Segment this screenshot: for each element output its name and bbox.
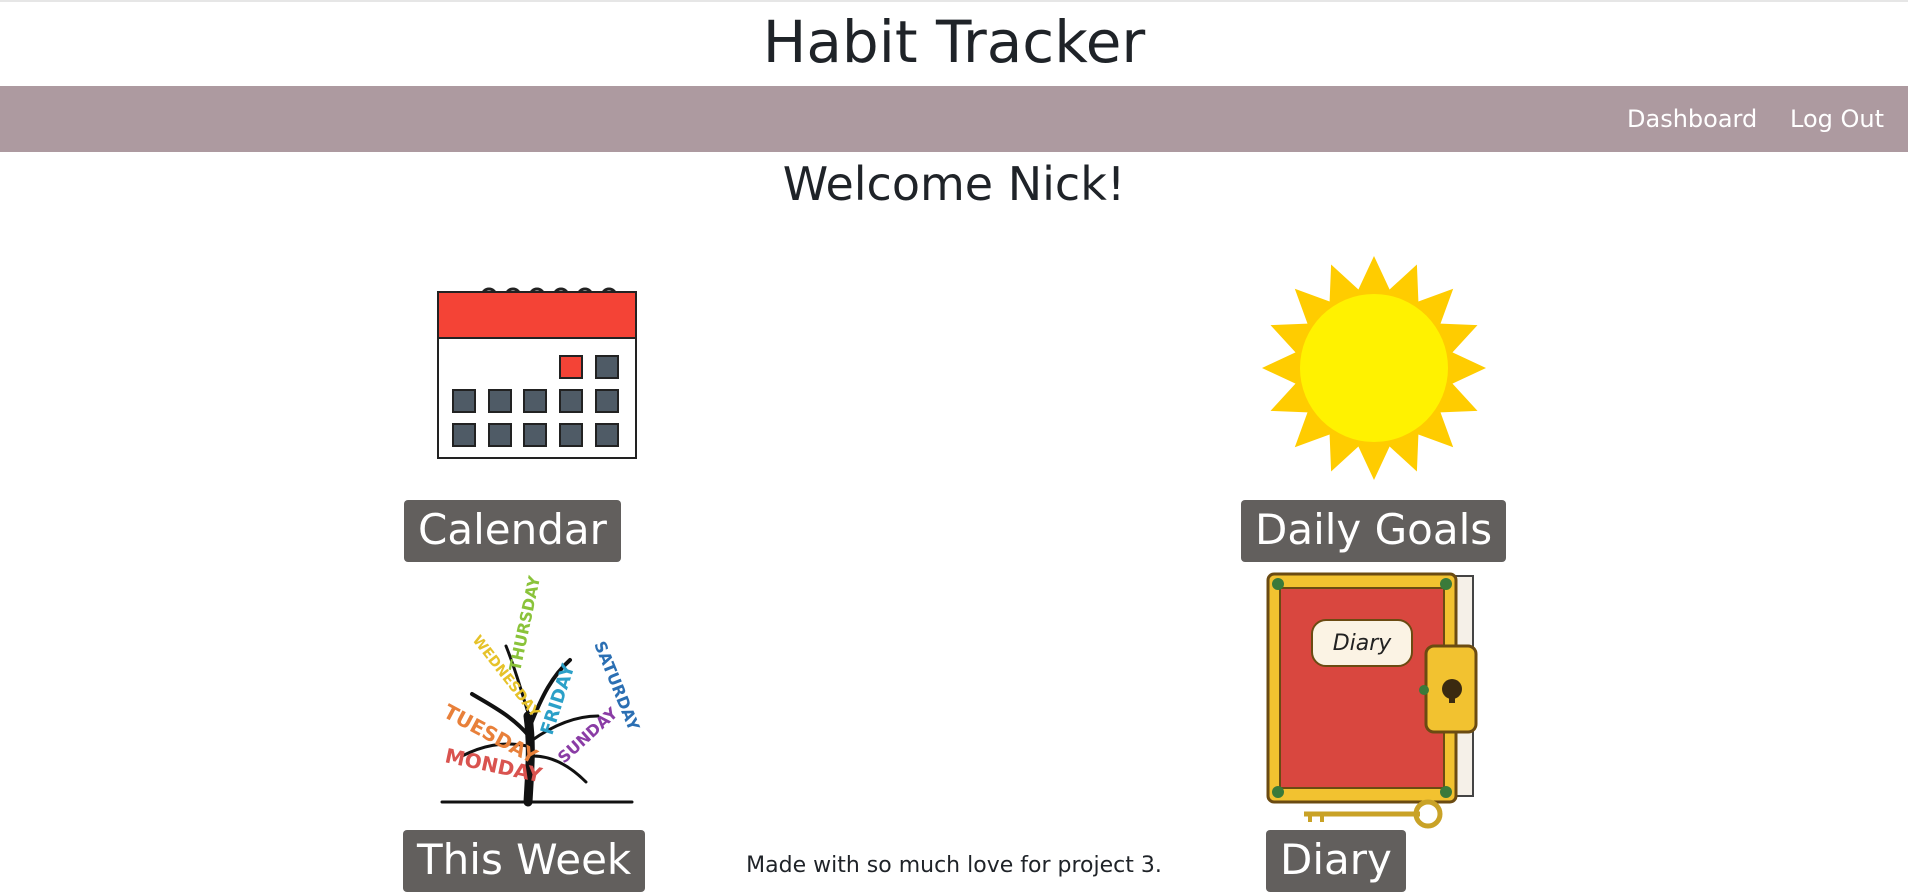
- top-border: [0, 0, 1908, 2]
- sun-icon: [1262, 256, 1486, 480]
- tree-word-thursday: THURSDAY: [505, 574, 544, 673]
- diary-tile[interactable]: Diary: [1240, 566, 1508, 834]
- navbar: Dashboard Log Out: [0, 86, 1908, 152]
- daily-goals-tile[interactable]: [1240, 236, 1508, 504]
- welcome-heading: Welcome Nick!: [782, 157, 1126, 211]
- calendar-label[interactable]: Calendar: [404, 500, 621, 562]
- app-title: Habit Tracker: [762, 8, 1146, 76]
- nav-logout-link[interactable]: Log Out: [1790, 86, 1884, 152]
- diary-cover-text: Diary: [1333, 631, 1393, 656]
- calendar-icon: [437, 287, 637, 459]
- daily-goals-label[interactable]: Daily Goals: [1241, 500, 1507, 562]
- this-week-tile[interactable]: MONDAY TUESDAY WEDNESDAY THURSDAY FRIDAY…: [402, 566, 670, 834]
- nav-dashboard-link[interactable]: Dashboard: [1627, 86, 1757, 152]
- footer-text: Made with so much love for project 3.: [746, 853, 1162, 878]
- calendar-tile[interactable]: [402, 236, 670, 504]
- diary-book-icon: Diary: [1266, 572, 1478, 829]
- weekday-tree-icon: MONDAY TUESDAY WEDNESDAY THURSDAY FRIDAY…: [440, 574, 644, 807]
